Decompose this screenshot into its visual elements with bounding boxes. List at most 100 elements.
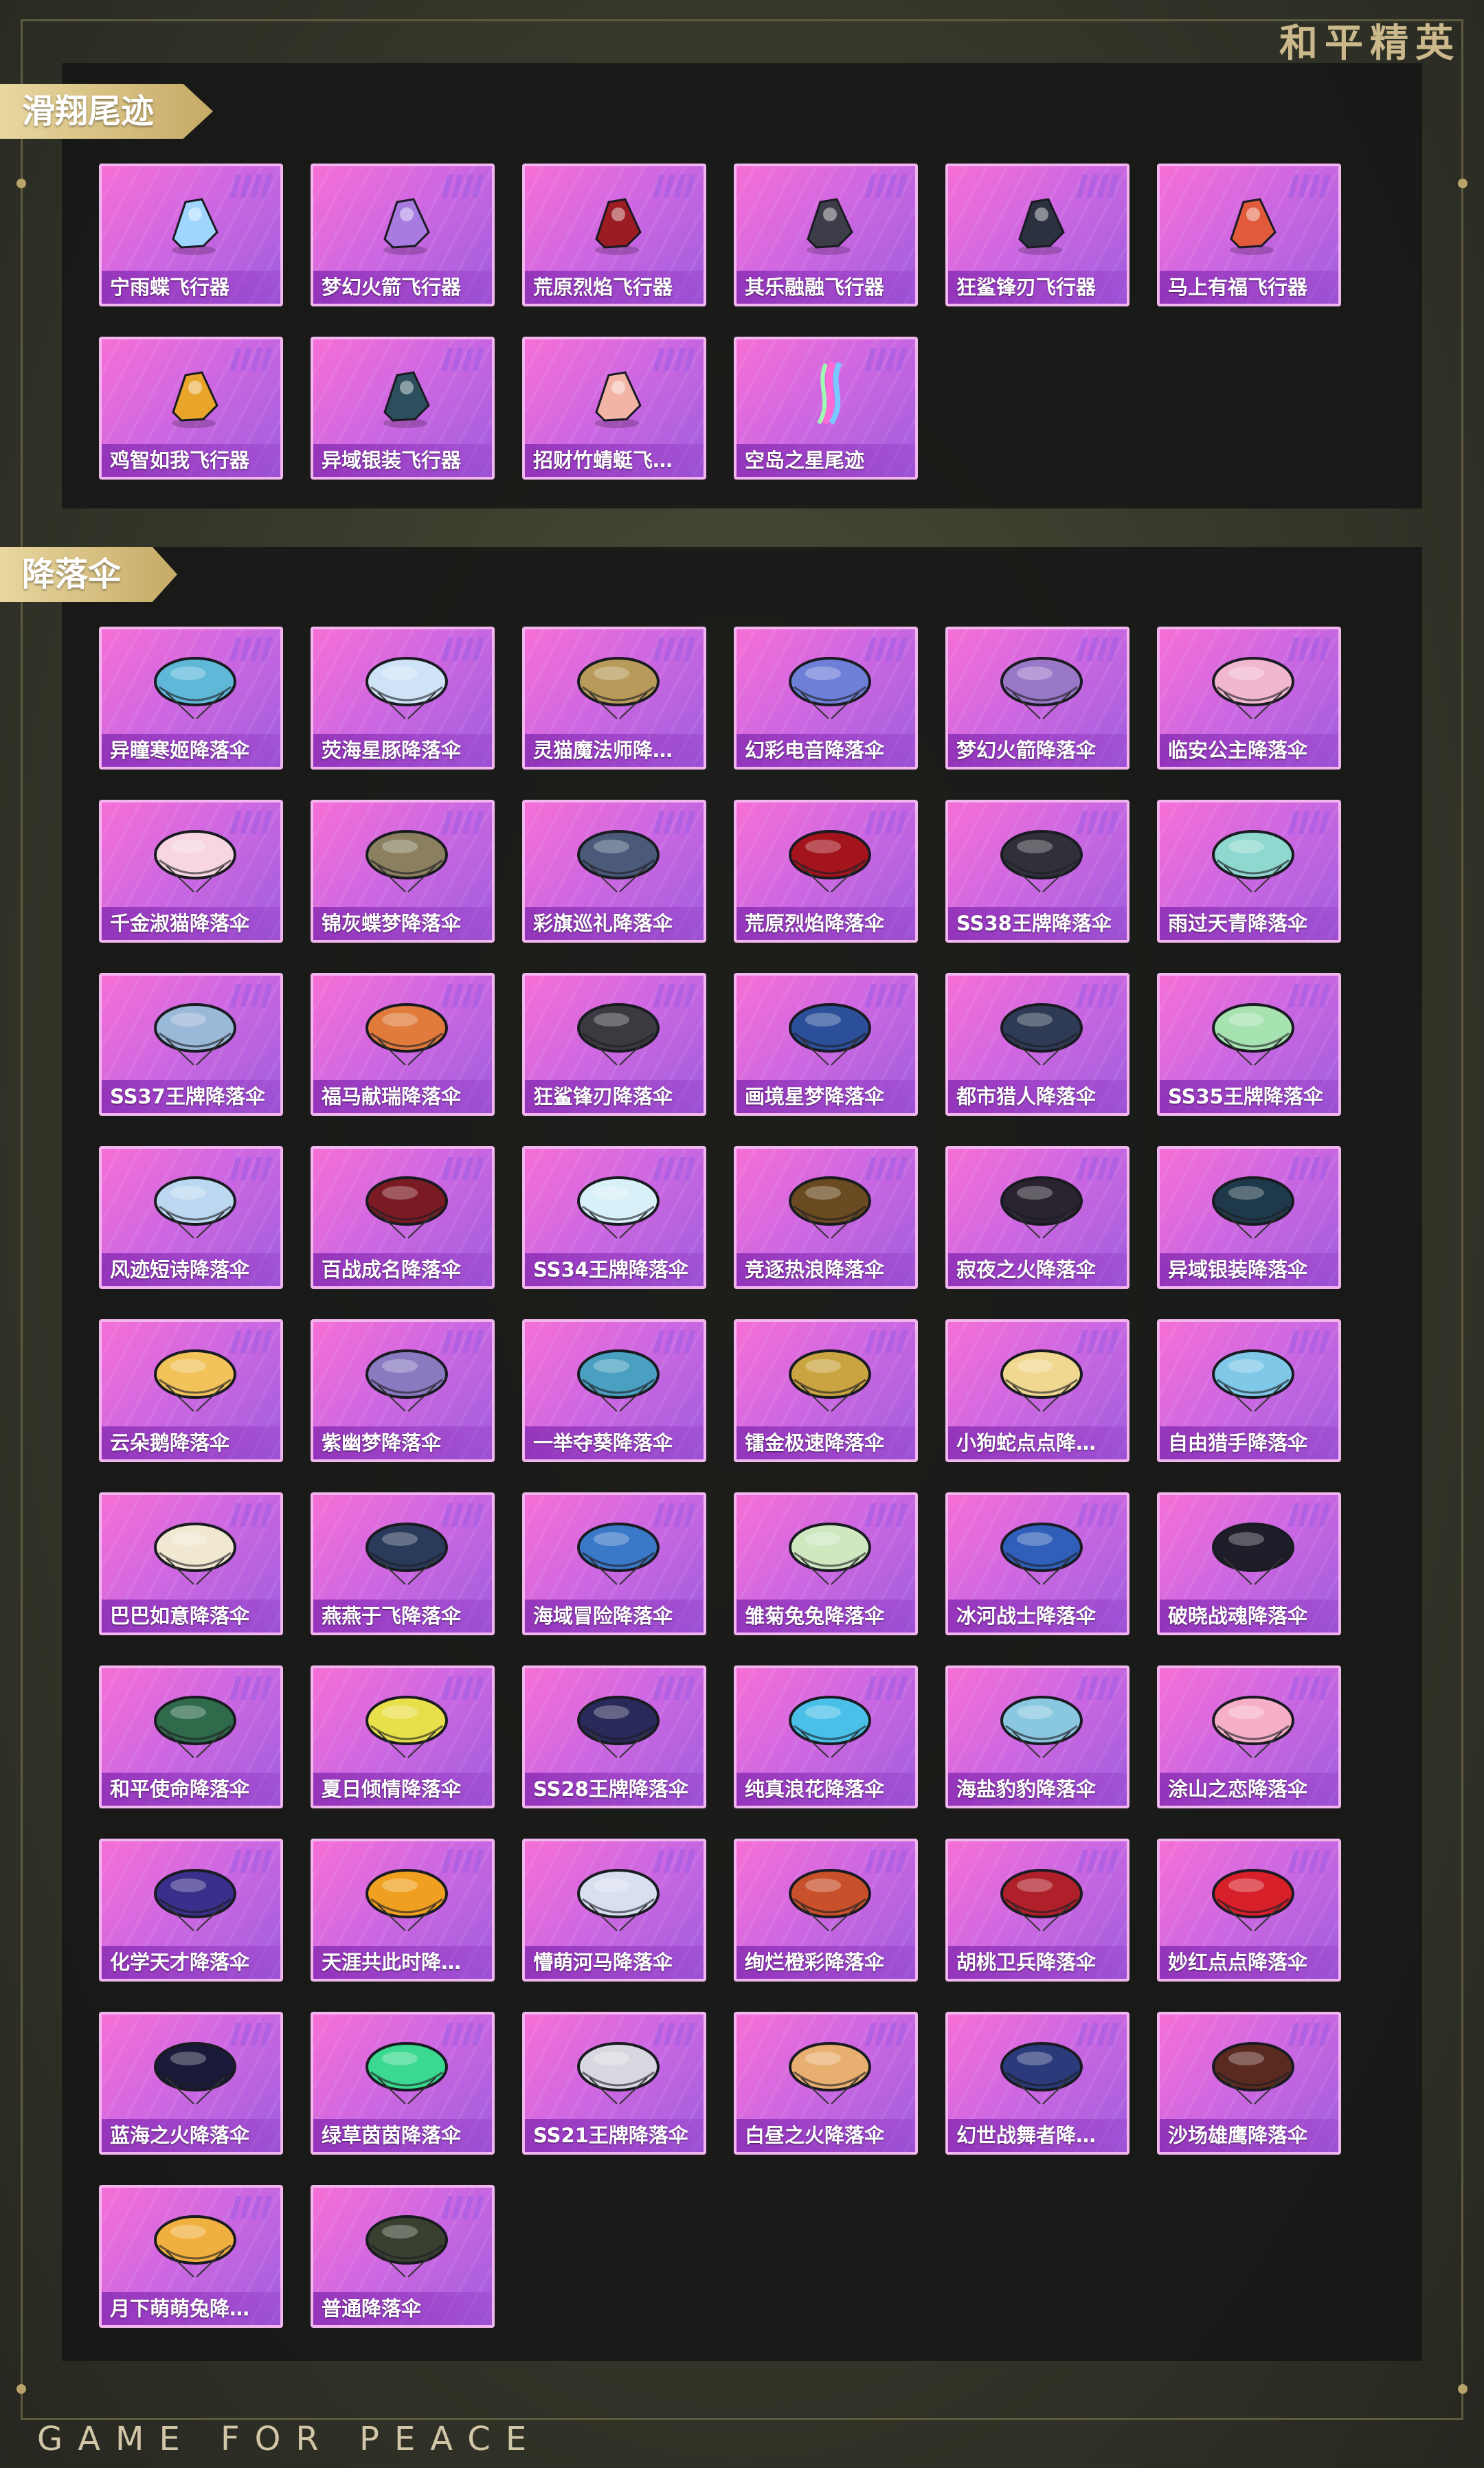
item-card[interactable]: 荒原烈焰飞行器 xyxy=(522,164,706,306)
item-card[interactable]: 梦幻火箭飞行器 xyxy=(311,164,495,306)
item-card[interactable]: 镭金极速降落伞 xyxy=(734,1319,918,1462)
item-card[interactable]: 锦灰蝶梦降落伞 xyxy=(311,800,495,943)
item-card[interactable]: 狂鲨锋刃降落伞 xyxy=(522,973,706,1116)
brand-logo-bottom: GAME FOR PEACE xyxy=(37,2420,542,2458)
item-card[interactable]: SS21王牌降落伞 xyxy=(522,2012,706,2155)
item-card[interactable]: 海盐豹豹降落伞 xyxy=(945,1665,1129,1808)
item-card[interactable]: 其乐融融飞行器 xyxy=(734,164,918,306)
item-card[interactable]: 冰河战士降落伞 xyxy=(945,1492,1129,1635)
item-card[interactable]: 幻世战舞者降… xyxy=(945,2012,1129,2155)
item-card[interactable]: 绿草茵茵降落伞 xyxy=(311,2012,495,2155)
item-card[interactable]: 胡桃卫兵降落伞 xyxy=(945,1839,1129,1982)
item-card[interactable]: 异瞳寒姬降落伞 xyxy=(99,627,283,770)
item-card[interactable]: 福马献瑞降落伞 xyxy=(311,973,495,1116)
item-card[interactable]: 海域冒险降落伞 xyxy=(522,1492,706,1635)
item-card[interactable]: 梦幻火箭降落伞 xyxy=(945,627,1129,770)
item-label: 月下萌萌兔降… xyxy=(102,2292,280,2325)
item-card[interactable]: 都市猎人降落伞 xyxy=(945,973,1129,1116)
item-card[interactable]: 宁雨蝶飞行器 xyxy=(99,164,283,306)
item-label: 异域银装飞行器 xyxy=(313,444,492,477)
item-label: 镭金极速降落伞 xyxy=(737,1426,915,1459)
item-label: 荧海星豚降落伞 xyxy=(313,734,492,767)
parachute-icon xyxy=(789,657,871,719)
item-card[interactable]: 懵萌河马降落伞 xyxy=(522,1839,706,1982)
parachute-icon xyxy=(789,1349,871,1412)
item-card[interactable]: 千金淑猫降落伞 xyxy=(99,800,283,943)
parachute-icon xyxy=(1212,1869,1294,1931)
chicken-glider-icon xyxy=(172,371,218,428)
item-card[interactable]: SS37王牌降落伞 xyxy=(99,973,283,1116)
item-label: 巴巴如意降落伞 xyxy=(102,1600,280,1633)
item-card[interactable]: 月下萌萌兔降… xyxy=(99,2185,283,2328)
item-card[interactable]: 临安公主降落伞 xyxy=(1157,627,1341,770)
item-card[interactable]: 天涯共此时降… xyxy=(311,1839,495,1982)
item-card[interactable]: 竞逐热浪降落伞 xyxy=(734,1146,918,1289)
parachute-icon xyxy=(366,2215,448,2278)
item-card[interactable]: 雏菊兔兔降落伞 xyxy=(734,1492,918,1635)
item-label: 寂夜之火降落伞 xyxy=(948,1253,1127,1286)
item-card[interactable]: 小狗蛇点点降… xyxy=(945,1319,1129,1462)
item-card[interactable]: 空岛之星尾迹 xyxy=(734,337,918,480)
item-card[interactable]: SS38王牌降落伞 xyxy=(945,800,1129,943)
item-card[interactable]: 紫幽梦降落伞 xyxy=(311,1319,495,1462)
item-card[interactable]: 妙红点点降落伞 xyxy=(1157,1839,1341,1982)
item-card[interactable]: 燕燕于飞降落伞 xyxy=(311,1492,495,1635)
item-card[interactable]: 夏日倾情降落伞 xyxy=(311,1665,495,1808)
penguin-glider-icon xyxy=(807,198,853,255)
item-card[interactable]: 灵猫魔法师降… xyxy=(522,627,706,770)
item-label: 千金淑猫降落伞 xyxy=(102,907,280,940)
item-card[interactable]: 雨过天青降落伞 xyxy=(1157,800,1341,943)
item-card[interactable]: 风迹短诗降落伞 xyxy=(99,1146,283,1289)
item-card[interactable]: 鸡智如我飞行器 xyxy=(99,337,283,480)
item-card[interactable]: 异域银装降落伞 xyxy=(1157,1146,1341,1289)
item-card[interactable]: 和平使命降落伞 xyxy=(99,1665,283,1808)
item-card[interactable]: 巴巴如意降落伞 xyxy=(99,1492,283,1635)
item-card[interactable]: 百战成名降落伞 xyxy=(311,1146,495,1289)
item-label: 懵萌河马降落伞 xyxy=(525,1946,704,1979)
item-card[interactable]: 自由猎手降落伞 xyxy=(1157,1319,1341,1462)
glider-trail-grid: 宁雨蝶飞行器 梦幻火箭飞行器 荒原烈焰飞行器 其乐融融飞行器 狂鲨锋刃飞行器 马上有福飞行… xyxy=(99,164,1341,480)
item-label: 天涯共此时降… xyxy=(313,1946,492,1979)
item-card[interactable]: 绚烂橙彩降落伞 xyxy=(734,1839,918,1982)
item-label: 雨过天青降落伞 xyxy=(1160,907,1338,940)
item-label: 雏菊兔兔降落伞 xyxy=(737,1600,915,1633)
item-card[interactable]: SS34王牌降落伞 xyxy=(522,1146,706,1289)
item-label: 夏日倾情降落伞 xyxy=(313,1773,492,1806)
dragon-glider-icon xyxy=(383,371,430,428)
parachute-icon xyxy=(366,1523,448,1585)
item-card[interactable]: 寂夜之火降落伞 xyxy=(945,1146,1129,1289)
item-card[interactable]: 蓝海之火降落伞 xyxy=(99,2012,283,2155)
item-card[interactable]: 破晓战魂降落伞 xyxy=(1157,1492,1341,1635)
item-card[interactable]: 化学天才降落伞 xyxy=(99,1839,283,1982)
item-label: 梦幻火箭飞行器 xyxy=(313,271,492,304)
item-label: 和平使命降落伞 xyxy=(102,1773,280,1806)
item-card[interactable]: 招财竹蜻蜓飞… xyxy=(522,337,706,480)
parachute-icon xyxy=(577,657,660,719)
frame-dot-icon xyxy=(16,2384,26,2394)
item-card[interactable]: 纯真浪花降落伞 xyxy=(734,1665,918,1808)
item-card[interactable]: 沙场雄鹰降落伞 xyxy=(1157,2012,1341,2155)
item-card[interactable]: 荒原烈焰降落伞 xyxy=(734,800,918,943)
item-label: 涂山之恋降落伞 xyxy=(1160,1773,1338,1806)
item-card[interactable]: 幻彩电音降落伞 xyxy=(734,627,918,770)
item-card[interactable]: 白昼之火降落伞 xyxy=(734,2012,918,2155)
item-card[interactable]: 一举夺葵降落伞 xyxy=(522,1319,706,1462)
item-label: 空岛之星尾迹 xyxy=(737,444,915,477)
item-label: 化学天才降落伞 xyxy=(102,1946,280,1979)
frame-dot-icon xyxy=(1458,2384,1468,2394)
item-card[interactable]: 普通降落伞 xyxy=(311,2185,495,2328)
item-card[interactable]: 涂山之恋降落伞 xyxy=(1157,1665,1341,1808)
item-card[interactable]: SS28王牌降落伞 xyxy=(522,1665,706,1808)
item-card[interactable]: 彩旗巡礼降落伞 xyxy=(522,800,706,943)
item-card[interactable]: 马上有福飞行器 xyxy=(1157,164,1341,306)
item-card[interactable]: 画境星梦降落伞 xyxy=(734,973,918,1116)
item-card[interactable]: SS35王牌降落伞 xyxy=(1157,973,1341,1116)
item-card[interactable]: 云朵鹅降落伞 xyxy=(99,1319,283,1462)
item-card[interactable]: 异域银装飞行器 xyxy=(311,337,495,480)
parachute-icon xyxy=(366,1003,448,1066)
item-card[interactable]: 狂鲨锋刃飞行器 xyxy=(945,164,1129,306)
rocket-glider-icon xyxy=(383,198,430,255)
parachute-icon xyxy=(577,1176,660,1239)
item-label: SS38王牌降落伞 xyxy=(948,907,1127,940)
item-card[interactable]: 荧海星豚降落伞 xyxy=(311,627,495,770)
